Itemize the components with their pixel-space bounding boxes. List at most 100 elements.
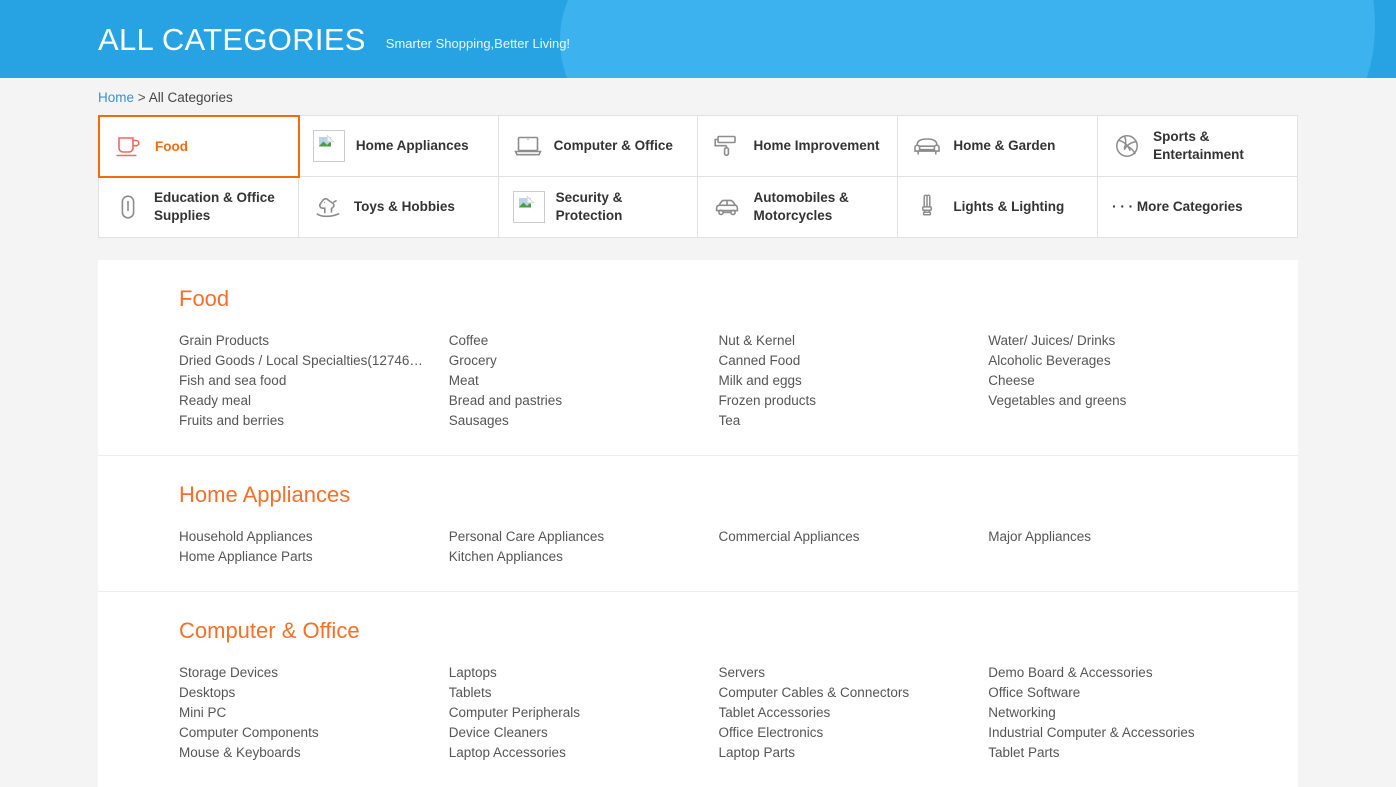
breadcrumb-home-link[interactable]: Home <box>98 90 134 105</box>
subcategory-column: Demo Board & Accessories Office Software N… <box>988 663 1258 763</box>
subcategory-column: Nut & Kernel Canned Food Milk and eggs Froz… <box>719 331 989 431</box>
subcategory-link[interactable]: Laptops <box>449 663 719 683</box>
subcategory-link[interactable]: Fish and sea food <box>179 371 449 391</box>
page-content: Home > All Categories Food Home Applianc… <box>98 78 1298 787</box>
subcategory-column: Commercial Appliances <box>719 527 989 567</box>
category-tab-sports-entertainment[interactable]: Sports & Entertainment <box>1098 116 1298 177</box>
category-tab-label: Home Appliances <box>355 138 469 153</box>
light-bulb-icon <box>912 192 942 222</box>
subcategory-link[interactable]: Bread and pastries <box>449 391 719 411</box>
subcategory-link[interactable]: Frozen products <box>719 391 989 411</box>
subcategory-link[interactable]: Tablet Parts <box>988 743 1258 763</box>
subcategory-link[interactable]: Ready meal <box>179 391 449 411</box>
category-section-body: Food Grain Products Dried Goods / Local Sp… <box>98 286 1298 431</box>
subcategory-column: Storage Devices Desktops Mini PC Computer C… <box>179 663 449 763</box>
category-tab-home-garden[interactable]: Home & Garden <box>898 116 1099 177</box>
category-tab-education-office-supplies[interactable]: Education & Office Supplies <box>99 177 299 238</box>
subcategory-link[interactable]: Computer Peripherals <box>449 703 719 723</box>
rocking-horse-icon <box>313 192 343 222</box>
breadcrumb-current: All Categories <box>148 90 233 105</box>
subcategory-columns: Storage Devices Desktops Mini PC Computer C… <box>179 663 1258 763</box>
category-section-body: Home Appliances Household Appliances Home … <box>98 482 1298 567</box>
subcategory-column: Coffee Grocery Meat Bread and pastries Sausa… <box>449 331 719 431</box>
page-title: ALL CATEGORIES <box>98 21 366 57</box>
subcategory-link[interactable]: Tablet Accessories <box>719 703 989 723</box>
paperclip-icon <box>113 192 143 222</box>
breadcrumb: Home > All Categories <box>98 78 1298 115</box>
category-tab-security-protection[interactable]: Security & Protection <box>498 177 699 238</box>
subcategory-link[interactable]: Office Software <box>988 683 1258 703</box>
category-tab-more-categories[interactable]: · · · More Categories <box>1098 177 1298 238</box>
subcategory-link[interactable]: Networking <box>988 703 1258 723</box>
subcategory-link[interactable]: Laptop Parts <box>719 743 989 763</box>
subcategory-link[interactable]: Computer Cables & Connectors <box>719 683 989 703</box>
category-tab-label: Food <box>155 138 188 154</box>
subcategory-link[interactable]: Storage Devices <box>179 663 449 683</box>
category-tab-label: Computer & Office <box>553 138 673 153</box>
breadcrumb-separator: > <box>137 90 146 105</box>
subcategory-link[interactable]: Industrial Computer & Accessories <box>988 723 1258 743</box>
broken-image-icon <box>512 191 545 223</box>
subcategory-link[interactable]: Desktops <box>179 683 449 703</box>
category-section-title[interactable]: Home Appliances <box>179 482 1258 508</box>
paint-roller-icon <box>712 131 742 161</box>
subcategory-link[interactable]: Alcoholic Beverages <box>988 351 1258 371</box>
category-tab-label: · · · More Categories <box>1112 199 1243 214</box>
subcategory-link[interactable]: Nut & Kernel <box>719 331 989 351</box>
subcategory-link[interactable]: Computer Components <box>179 723 449 743</box>
subcategory-columns: Grain Products Dried Goods / Local Specia… <box>179 331 1258 431</box>
subcategory-link[interactable]: Personal Care Appliances <box>449 527 719 547</box>
subcategory-link[interactable]: Mini PC <box>179 703 449 723</box>
category-tab-label: Sports & Entertainment <box>1153 129 1244 162</box>
subcategory-link[interactable]: Device Cleaners <box>449 723 719 743</box>
subcategory-link[interactable]: Dried Goods / Local Specialties(12746893… <box>179 351 449 371</box>
subcategory-link[interactable]: Water/ Juices/ Drinks <box>988 331 1258 351</box>
category-tab-label: Security & Protection <box>555 190 623 223</box>
category-section-title[interactable]: Computer & Office <box>179 618 1258 644</box>
subcategory-link[interactable]: Demo Board & Accessories <box>988 663 1258 683</box>
subcategory-link[interactable]: Milk and eggs <box>719 371 989 391</box>
subcategory-column: Laptops Tablets Computer Peripherals Device… <box>449 663 719 763</box>
subcategory-link[interactable]: Canned Food <box>719 351 989 371</box>
subcategory-link[interactable]: Kitchen Appliances <box>449 547 719 567</box>
category-tab-label: Lights & Lighting <box>953 199 1065 214</box>
subcategory-link[interactable]: Grain Products <box>179 331 449 351</box>
subcategory-column: Household Appliances Home Appliance Parts <box>179 527 449 567</box>
subcategory-column: Personal Care Appliances Kitchen Applianc… <box>449 527 719 567</box>
category-tab-home-appliances[interactable]: Home Appliances <box>298 116 499 177</box>
subcategory-link[interactable]: Vegetables and greens <box>988 391 1258 411</box>
subcategory-column: Servers Computer Cables & Connectors Table… <box>719 663 989 763</box>
category-tab-lights-lighting[interactable]: Lights & Lighting <box>898 177 1099 238</box>
banner-slogan: Smarter Shopping,Better Living! <box>385 36 571 51</box>
category-tab-computer-office[interactable]: Computer & Office <box>498 116 699 177</box>
subcategory-link[interactable]: Home Appliance Parts <box>179 547 449 567</box>
subcategory-link[interactable]: Sausages <box>449 411 719 431</box>
subcategory-column: Water/ Juices/ Drinks Alcoholic Beverages… <box>988 331 1258 431</box>
category-tab-home-improvement[interactable]: Home Improvement <box>698 116 899 177</box>
category-section: Computer & Office Storage Devices Desktops… <box>98 592 1298 787</box>
category-tab-toys-hobbies[interactable]: Toys & Hobbies <box>298 177 499 238</box>
category-section: Food Grain Products Dried Goods / Local Sp… <box>98 260 1298 456</box>
subcategory-link[interactable]: Major Appliances <box>988 527 1258 547</box>
category-tab-automobiles-motorcycles[interactable]: Automobiles & Motorcycles <box>698 177 899 238</box>
category-section-title[interactable]: Food <box>179 286 1258 312</box>
subcategory-link[interactable]: Household Appliances <box>179 527 449 547</box>
category-content-panel: Food Grain Products Dried Goods / Local Sp… <box>98 260 1298 787</box>
subcategory-link[interactable]: Servers <box>719 663 989 683</box>
subcategory-link[interactable]: Grocery <box>449 351 719 371</box>
subcategory-link[interactable]: Tablets <box>449 683 719 703</box>
subcategory-link[interactable]: Commercial Appliances <box>719 527 989 547</box>
subcategory-link[interactable]: Mouse & Keyboards <box>179 743 449 763</box>
category-tab-food[interactable]: Food <box>98 115 300 178</box>
subcategory-link[interactable]: Meat <box>449 371 719 391</box>
category-tab-label: Home Improvement <box>753 138 880 153</box>
subcategory-link[interactable]: Cheese <box>988 371 1258 391</box>
subcategory-link[interactable]: Coffee <box>449 331 719 351</box>
category-tab-label: Automobiles & Motorcycles <box>753 190 849 223</box>
subcategory-link[interactable]: Laptop Accessories <box>449 743 719 763</box>
subcategory-link[interactable]: Fruits and berries <box>179 411 449 431</box>
subcategory-link[interactable]: Tea <box>719 411 989 431</box>
subcategory-link[interactable]: Office Electronics <box>719 723 989 743</box>
category-tab-label: Toys & Hobbies <box>353 199 455 214</box>
car-icon <box>712 192 742 222</box>
